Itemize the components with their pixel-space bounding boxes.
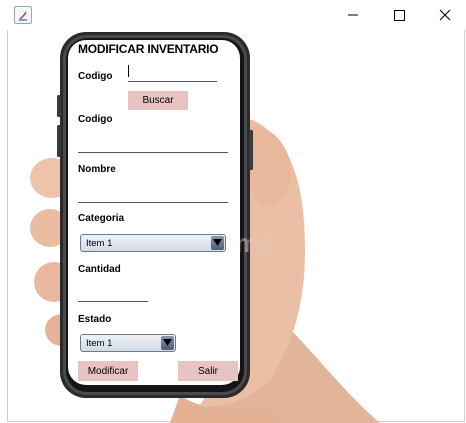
categoria-selected-value: Item 1 <box>86 238 113 249</box>
chevron-down-icon[interactable] <box>161 336 174 350</box>
estado-label: Estado <box>78 314 112 325</box>
modificar-button[interactable]: Modificar <box>78 361 138 381</box>
codigo-search-input[interactable] <box>128 66 217 82</box>
buscar-button[interactable]: Buscar <box>128 91 188 110</box>
nombre-label: Nombre <box>78 164 116 175</box>
categoria-select[interactable]: Item 1 <box>80 234 226 252</box>
estado-selected-value: Item 1 <box>86 338 113 349</box>
form-title: MODIFICAR INVENTARIO <box>78 42 219 56</box>
text-caret <box>128 65 129 77</box>
estado-select[interactable]: Item 1 <box>80 334 176 352</box>
codigo-label: Codigo <box>78 114 113 125</box>
chevron-down-icon[interactable] <box>211 236 224 250</box>
svg-text:me: me <box>235 228 273 258</box>
cantidad-label: Cantidad <box>78 264 121 275</box>
nombre-field[interactable] <box>78 187 228 203</box>
codigo-search-label: Codigo <box>78 71 113 82</box>
codigo-field[interactable] <box>78 137 228 153</box>
salir-button[interactable]: Salir <box>178 361 238 381</box>
categoria-label: Categoria <box>78 213 125 224</box>
cantidad-field[interactable] <box>78 286 148 302</box>
